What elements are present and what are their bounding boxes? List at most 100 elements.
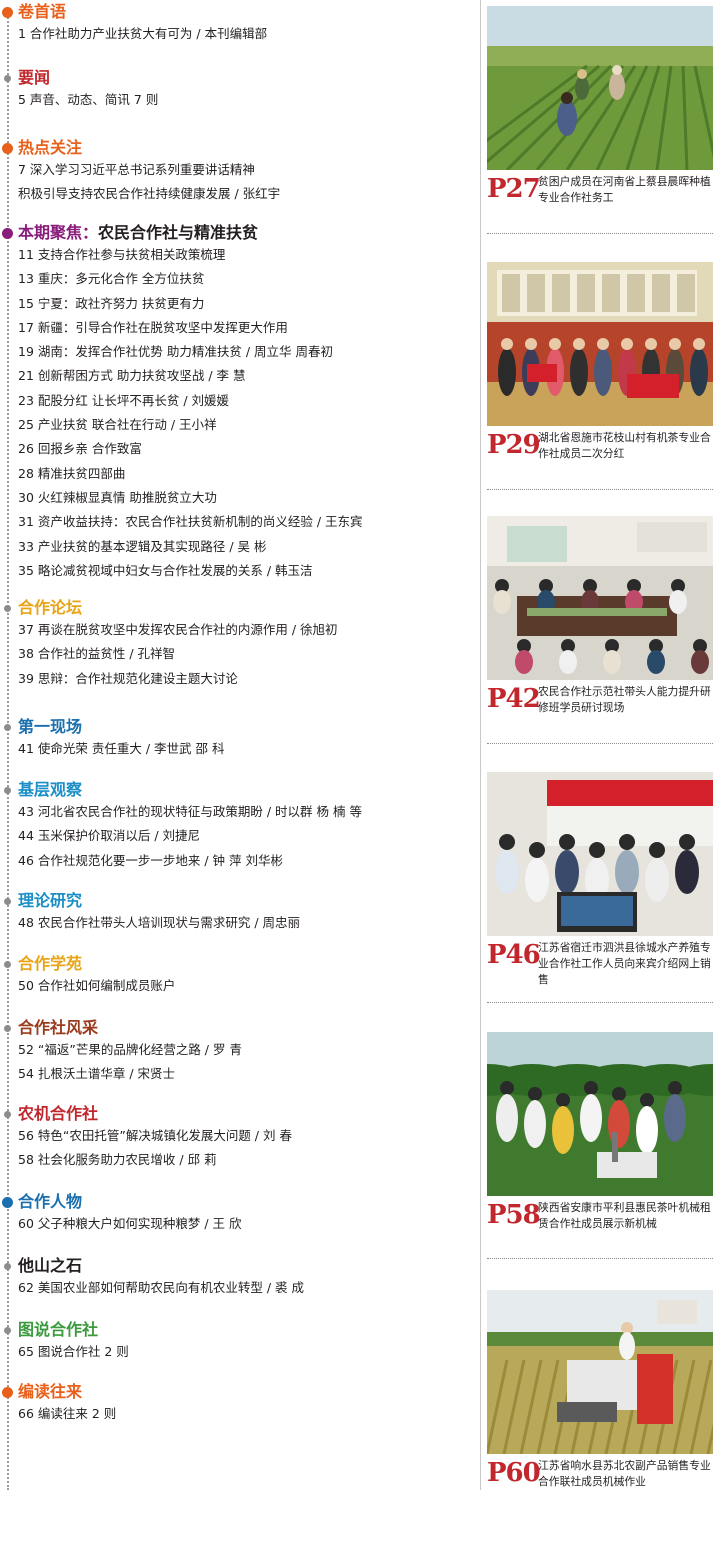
section-title-text: 图说合作社 [18, 1320, 99, 1339]
caption-text: 陕西省安康市平利县惠民茶叶机械租赁合作社成员展示新机械 [538, 1201, 711, 1230]
section-title: 本期聚焦：农民合作社与精准扶贫 [18, 223, 258, 243]
section-title-text: 要闻 [18, 68, 51, 87]
toc-entry[interactable]: 62 美国农业部如何帮助农民向有机农业转型 / 裘 成 [18, 1276, 468, 1300]
section-title: 农机合作社 [18, 1104, 98, 1124]
section-items: 56 特色“农田托管”解决城镇化发展大问题 / 刘 春 58 社会化服务助力农民增… [18, 1124, 468, 1173]
toc-entry[interactable]: 30 火红辣椒显真情 助推脱贫立大功 [18, 486, 468, 510]
toc-entry[interactable]: 58 社会化服务助力农民增收 / 邱 莉 [18, 1148, 468, 1172]
photo-separator [487, 743, 713, 744]
toc-entry[interactable]: 5 声音、动态、简讯 7 则 [18, 88, 468, 112]
page-reference[interactable]: P27 [487, 174, 541, 204]
section-subtitle: 农民合作社与精准扶贫 [98, 223, 259, 242]
toc-entry[interactable]: 54 扎根沃土谱华章 / 宋贤士 [18, 1062, 468, 1086]
toc-entry[interactable]: 1 合作社助力产业扶贫大有可为 / 本刊编辑部 [18, 22, 468, 46]
photo-separator [487, 1002, 713, 1003]
toc-entry[interactable]: 积极引导支持农民合作社持续健康发展 / 张红宇 [18, 182, 468, 206]
section-items: 52 “福返”芒果的品牌化经营之路 / 罗 青 54 扎根沃土谱华章 / 宋贤士 [18, 1038, 468, 1087]
toc-entry[interactable]: 28 精准扶贫四部曲 [18, 462, 468, 486]
photo-separator [487, 1258, 713, 1259]
section-bullet-icon [4, 787, 11, 794]
section-title: 合作论坛 [18, 598, 82, 618]
toc-entry[interactable]: 26 回报乡亲 合作致富 [18, 437, 468, 461]
page-reference[interactable]: P29 [487, 430, 541, 460]
toc-entry[interactable]: 48 农民合作社带头人培训现状与需求研究 / 周忠丽 [18, 911, 468, 935]
photo-image [487, 772, 713, 936]
section-bullet-icon [2, 228, 13, 239]
section-title: 基层观察 [18, 780, 82, 800]
toc-entry[interactable]: 44 玉米保护价取消以后 / 刘捷尼 [18, 824, 468, 848]
toc-entry[interactable]: 23 配股分红 让长坪不再长贫 / 刘媛媛 [18, 389, 468, 413]
section-items: 7 深入学习习近平总书记系列重要讲话精神 积极引导支持农民合作社持续健康发展 /… [18, 158, 468, 207]
toc-entry[interactable]: 50 合作社如何编制成员账户 [18, 974, 468, 998]
photo-image [487, 1032, 713, 1196]
caption-text: 农民合作社示范社带头人能力提升研修班学员研讨现场 [538, 685, 711, 714]
section-items: 43 河北省农民合作社的现状特征与政策期盼 / 时以群 杨 楠 等 44 玉米保护… [18, 800, 468, 873]
section-title: 他山之石 [18, 1256, 82, 1276]
section-title: 合作人物 [18, 1192, 82, 1212]
section-title-text: 第一现场 [18, 717, 83, 736]
column-divider [480, 0, 481, 1490]
toc-entry[interactable]: 11 支持合作社参与扶贫相关政策梳理 [18, 243, 468, 267]
section-bullet-icon [4, 75, 11, 82]
section-items: 1 合作社助力产业扶贫大有可为 / 本刊编辑部 [18, 22, 468, 46]
section-title: 卷首语 [18, 2, 66, 22]
section-bullet-icon [2, 7, 13, 18]
toc-entry[interactable]: 52 “福返”芒果的品牌化经营之路 / 罗 青 [18, 1038, 468, 1062]
caption-text: 江苏省响水县苏北农副产品销售专业合作联社成员机械作业 [538, 1459, 711, 1488]
toc-entry[interactable]: 38 合作社的益贫性 / 孔祥智 [18, 642, 468, 666]
photo-caption: P27 贫困户成员在河南省上蔡县晨晖种植专业合作社务工 [487, 174, 713, 216]
section-bullet-icon [4, 724, 11, 731]
section-items: 11 支持合作社参与扶贫相关政策梳理 13 重庆：多元化合作 全方位扶贫 15 宁夏… [18, 243, 468, 583]
toc-entry[interactable]: 66 编读往来 2 则 [18, 1402, 468, 1426]
toc-entry[interactable]: 17 新疆：引导合作社在脱贫攻坚中发挥更大作用 [18, 316, 468, 340]
toc-entry[interactable]: 46 合作社规范化要一步一步地来 / 钟 萍 刘华彬 [18, 849, 468, 873]
photo-image [487, 6, 713, 170]
section-title-text: 农机合作社 [18, 1104, 99, 1123]
toc-entry[interactable]: 15 宁夏：政社齐努力 扶贫更有力 [18, 292, 468, 316]
page-reference[interactable]: P58 [487, 1200, 541, 1230]
toc-entry[interactable]: 7 深入学习习近平总书记系列重要讲话精神 [18, 158, 468, 182]
toc-entry[interactable]: 43 河北省农民合作社的现状特征与政策期盼 / 时以群 杨 楠 等 [18, 800, 468, 824]
section-title-text: 合作论坛 [18, 598, 83, 617]
section-title-text: 理论研究 [18, 891, 83, 910]
toc-entry[interactable]: 31 资产收益扶持：农民合作社扶贫新机制的尚义经验 / 王东宾 [18, 510, 468, 534]
section-bullet-icon [4, 961, 11, 968]
section-title: 合作社风采 [18, 1018, 98, 1038]
toc-entry[interactable]: 39 思辩：合作社规范化建设主题大讨论 [18, 667, 468, 691]
table-of-contents: 卷首语 1 合作社助力产业扶贫大有可为 / 本刊编辑部要闻 5 声音、动态、简讯 7… [0, 0, 470, 1552]
page-reference[interactable]: P42 [487, 684, 541, 714]
section-bullet-icon [4, 898, 11, 905]
toc-entry[interactable]: 35 略论减贫视域中妇女与合作社发展的关系 / 韩玉洁 [18, 559, 468, 583]
photo-caption: P42 农民合作社示范社带头人能力提升研修班学员研讨现场 [487, 684, 713, 726]
photo-separator [487, 233, 713, 234]
toc-entry[interactable]: 60 父子种粮大户如何实现种粮梦 / 王 欣 [18, 1212, 468, 1236]
photo-caption: P60 江苏省响水县苏北农副产品销售专业合作联社成员机械作业 [487, 1458, 713, 1500]
section-title-text: 本期聚焦： [18, 223, 99, 242]
section-items: 66 编读往来 2 则 [18, 1402, 468, 1426]
toc-entry[interactable]: 25 产业扶贫 联合社在行动 / 王小祥 [18, 413, 468, 437]
section-items: 50 合作社如何编制成员账户 [18, 974, 468, 998]
section-bullet-icon [4, 1025, 11, 1032]
toc-entry[interactable]: 37 再谈在脱贫攻坚中发挥农民合作社的内源作用 / 徐旭初 [18, 618, 468, 642]
caption-text: 贫困户成员在河南省上蔡县晨晖种植专业合作社务工 [538, 175, 711, 204]
section-items: 60 父子种粮大户如何实现种粮梦 / 王 欣 [18, 1212, 468, 1236]
section-title: 合作学苑 [18, 954, 82, 974]
page-reference[interactable]: P60 [487, 1458, 541, 1488]
toc-entry[interactable]: 41 使命光荣 责任重大 / 李世武 邵 科 [18, 737, 468, 761]
toc-entry[interactable]: 56 特色“农田托管”解决城镇化发展大问题 / 刘 春 [18, 1124, 468, 1148]
caption-text: 江苏省宿迁市泗洪县徐城水产养殖专业合作社工作人员向来宾介绍网上销售 [538, 941, 711, 986]
section-items: 5 声音、动态、简讯 7 则 [18, 88, 468, 112]
toc-entry[interactable]: 19 湖南：发挥合作社优势 助力精准扶贫 / 周立华 周春初 [18, 340, 468, 364]
section-title-text: 卷首语 [18, 2, 67, 21]
toc-entry[interactable]: 13 重庆：多元化合作 全方位扶贫 [18, 267, 468, 291]
toc-entry[interactable]: 21 创新帮困方式 助力扶贫攻坚战 / 李 慧 [18, 364, 468, 388]
photo-image [487, 1290, 713, 1454]
caption-text: 湖北省恩施市花枝山村有机茶专业合作社成员二次分红 [538, 431, 711, 460]
toc-entry[interactable]: 33 产业扶贫的基本逻辑及其实现路径 / 吴 彬 [18, 535, 468, 559]
section-items: 37 再谈在脱贫攻坚中发挥农民合作社的内源作用 / 徐旭初 38 合作社的益贫性 … [18, 618, 468, 691]
photo-caption: P58 陕西省安康市平利县惠民茶叶机械租赁合作社成员展示新机械 [487, 1200, 713, 1242]
page-reference[interactable]: P46 [487, 940, 541, 970]
toc-entry[interactable]: 65 图说合作社 2 则 [18, 1340, 468, 1364]
photo-caption: P46 江苏省宿迁市泗洪县徐城水产养殖专业合作社工作人员向来宾介绍网上销售 [487, 940, 713, 986]
section-items: 41 使命光荣 责任重大 / 李世武 邵 科 [18, 737, 468, 761]
